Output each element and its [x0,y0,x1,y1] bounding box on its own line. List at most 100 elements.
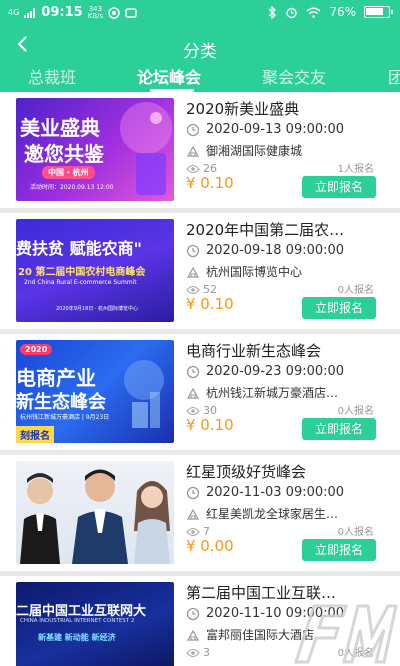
signup-count: 0人报名 [337,406,374,417]
event-location: 富邦丽佳国际大酒店 [206,628,315,642]
event-title[interactable]: 电商行业新生态峰会 [186,340,376,361]
eye-icon [186,164,200,173]
event-card[interactable]: 2020 电商产业 新生态峰会 杭州钱江新城万豪酒店 | 9月23日 刻报名 电… [0,334,400,450]
venue-icon [186,629,200,641]
event-poster: 二届中国工业互联网大 CHINA INDUSTRIAL INTERNET CON… [16,582,174,666]
network-speed-unit: KB/s [87,11,104,20]
event-location-row: 杭州钱江新城万豪酒店… [186,384,338,401]
event-location: 杭州钱江新城万豪酒店… [206,386,339,400]
poster-subheadline: 新生态峰会 [16,392,106,413]
eye-icon [186,527,200,536]
event-time: 2020-11-03 09:00:00 [206,485,345,500]
signup-count: 0人报名 [337,285,374,296]
tab-group[interactable]: 团 [388,64,400,88]
event-info: 电商行业新生态峰会 2020-09-23 09:00:00 杭州钱江新城万豪酒店… [186,340,376,444]
battery-percent: 76% [329,5,356,19]
signup-button[interactable]: 立即报名 [302,539,376,561]
event-price: ¥ 0.10 [186,295,234,313]
event-location: 红星美凯龙全球家居生… [206,507,339,521]
event-title[interactable]: 红星顶级好货峰会 [186,461,376,482]
wifi-icon [306,7,321,18]
clock-icon [186,486,200,499]
event-price: ¥ 0.10 [186,416,234,434]
venue-icon [186,266,200,278]
event-time-row: 2020-09-13 09:00:00 [186,122,344,137]
event-title[interactable]: 2020新美业盛典 [186,98,376,119]
eye-icon [186,406,200,415]
poster-people-illustration [20,469,170,564]
signup-button[interactable]: 立即报名 [302,176,376,198]
event-time: 2020-09-18 09:00:00 [206,243,345,258]
event-title[interactable]: 2020年中国第二届农… [186,219,376,240]
event-poster [16,461,174,564]
venue-icon [186,508,200,520]
event-location: 御湘湖国际健康城 [206,144,303,158]
event-location-row: 富邦丽佳国际大酒店 [186,626,314,643]
event-location-row: 红星美凯龙全球家居生… [186,505,338,522]
clock-icon [186,123,200,136]
page-title: 分类 [183,42,217,62]
nav-bar: 分类 [0,32,400,62]
poster-date: 2020年9月18日 · 杭州国际博览中心 [56,306,139,312]
poster-english-title: CHINA INDUSTRIAL INTERNET CONTEST 2 [20,618,135,624]
event-poster: 美业盛典 邀您共鉴 中国 · 杭州 活动时间：2020.09.13 12:00 [16,98,174,201]
header: 4G 09:15 343 KB/s 76% 分类 总裁班 论坛峰会 聚会交友 团 [0,0,400,92]
message-icon [125,7,137,18]
event-price: ¥ 0.10 [186,174,234,192]
signup-count: 0人报名 [337,527,374,538]
poster-badge: 2020 [20,344,53,355]
clock-icon [186,244,200,257]
event-location: 杭州国际博览中心 [206,265,303,279]
poster-subheadline: 20 第二届中国农村电商峰会 [18,267,146,278]
alarm-icon [286,7,298,18]
view-count: 3 [186,646,210,659]
poster-english-title: 2nd China Rural E-commerce Summit [24,279,137,286]
eye-icon [186,648,200,657]
signup-count: 1人报名 [337,164,374,175]
signal-indicator: 4G [8,7,20,17]
poster-slogan: 新基建 新动能 新经济 [38,633,116,642]
network-speed: 343 KB/s [87,5,104,20]
event-title[interactable]: 第二届中国工业互联… [186,582,376,603]
event-info: 2020新美业盛典 2020-09-13 09:00:00 御湘湖国际健康城 2… [186,98,376,202]
signup-button[interactable]: 立即报名 [302,297,376,319]
poster-tag: 中国 · 杭州 [42,166,95,179]
signup-count: 0人报名 [337,648,374,659]
notification-icon [108,6,120,19]
poster-subheadline: 邀您共鉴 [24,142,104,166]
tab-forum-summit[interactable]: 论坛峰会 [137,64,201,88]
event-card[interactable]: 红星顶级好货峰会 2020-11-03 09:00:00 红星美凯龙全球家居生…… [0,455,400,571]
event-time: 2020-11-10 09:00:00 [206,606,345,621]
event-time-row: 2020-11-10 09:00:00 [186,606,344,621]
event-location-row: 御湘湖国际健康城 [186,142,302,159]
poster-headline: 美业盛典 [20,116,100,140]
event-time-row: 2020-09-18 09:00:00 [186,243,344,258]
event-card[interactable]: 二届中国工业互联网大 CHINA INDUSTRIAL INTERNET CON… [0,576,400,666]
event-info: 2020年中国第二届农… 2020-09-18 09:00:00 杭州国际博览中… [186,219,376,323]
event-card[interactable]: 美业盛典 邀您共鉴 中国 · 杭州 活动时间：2020.09.13 12:00 … [0,92,400,208]
status-bar: 4G 09:15 343 KB/s 76% [0,0,400,26]
event-list[interactable]: 美业盛典 邀您共鉴 中国 · 杭州 活动时间：2020.09.13 12:00 … [0,92,400,666]
signal-bars-icon [24,7,36,18]
event-card[interactable]: 费扶贫 赋能农商" 20 第二届中国农村电商峰会 2nd China Rural… [0,213,400,329]
app-screen: 4G 09:15 343 KB/s 76% 分类 总裁班 论坛峰会 聚会交友 团… [0,0,400,666]
event-price: ¥ 0.00 [186,537,234,555]
event-poster: 费扶贫 赋能农商" 20 第二届中国农村电商峰会 2nd China Rural… [16,219,174,322]
poster-cta: 刻报名 [16,426,54,443]
clock-icon [186,607,200,620]
event-time-row: 2020-11-03 09:00:00 [186,485,344,500]
bluetooth-icon [268,5,277,19]
category-tabs: 总裁班 论坛峰会 聚会交友 团 [0,62,400,92]
battery-icon [364,6,393,18]
signup-button[interactable]: 立即报名 [302,418,376,440]
event-poster: 2020 电商产业 新生态峰会 杭州钱江新城万豪酒店 | 9月23日 刻报名 [16,340,174,443]
poster-venue: 杭州钱江新城万豪酒店 | 9月23日 [20,414,110,421]
event-time: 2020-09-13 09:00:00 [206,122,345,137]
poster-headline: 二届中国工业互联网大 [16,604,147,619]
tab-ceo-class[interactable]: 总裁班 [28,64,76,88]
venue-icon [186,387,200,399]
status-time: 09:15 [41,5,83,20]
poster-date: 活动时间：2020.09.13 12:00 [30,184,114,191]
tab-meetup[interactable]: 聚会交友 [262,64,326,88]
view-count-value: 3 [203,646,210,659]
